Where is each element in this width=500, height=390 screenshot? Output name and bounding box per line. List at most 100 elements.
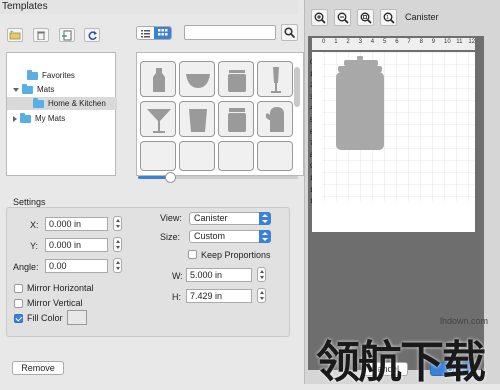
width-stepper[interactable] [257, 267, 266, 282]
import-document-icon [62, 30, 72, 40]
cup-icon [189, 109, 207, 132]
folder-icon [22, 83, 33, 94]
watermark-domain: lhdown.com [440, 316, 489, 326]
tree-item-label: Home & Kitchen [48, 99, 106, 108]
settings-heading: Settings [13, 197, 46, 207]
gallery-scrollbar[interactable] [294, 67, 300, 107]
size-label: Size: [160, 232, 181, 242]
select-arrows-icon [259, 212, 271, 225]
slider-knob[interactable] [165, 172, 176, 183]
tree-item-favorites[interactable]: Favorites [7, 69, 117, 82]
x-label: X: [30, 220, 39, 230]
watermark-text: 领航下载 [316, 337, 486, 388]
template-tile-flute[interactable] [257, 61, 293, 97]
fill-color-checkbox[interactable] [14, 314, 23, 323]
folder-icon [33, 97, 44, 108]
zoom-actual-size-icon: 1 [383, 12, 395, 24]
keep-proportions-checkbox[interactable] [188, 250, 197, 259]
view-label: View: [160, 213, 182, 223]
delete-button[interactable] [33, 28, 49, 42]
zoom-out-icon [337, 12, 349, 24]
height-stepper[interactable] [257, 288, 266, 303]
ruler-tick-label: 0 [322, 39, 326, 45]
grid-view-button[interactable] [154, 27, 171, 39]
angle-field[interactable]: 0.00 [45, 259, 108, 273]
keep-proportions-label: Keep Proportions [201, 250, 271, 260]
tree-item-label: Favorites [42, 71, 75, 80]
remove-button[interactable]: Remove [12, 361, 64, 375]
template-tile-martini[interactable] [140, 101, 176, 137]
template-tile-cup[interactable] [179, 101, 215, 137]
x-field[interactable]: 0.000 in [45, 217, 108, 231]
y-field[interactable]: 0.000 in [45, 238, 108, 252]
new-folder-icon: + [9, 30, 21, 40]
mirror-horizontal-label: Mirror Horizontal [27, 283, 94, 293]
list-icon [141, 30, 150, 38]
mirror-vertical-label: Mirror Vertical [27, 298, 83, 308]
angle-label: Angle: [13, 262, 39, 272]
view-select-value: Canister [194, 213, 228, 223]
template-tile-mitt[interactable] [257, 101, 293, 137]
zoom-actual-button[interactable]: 1 [380, 9, 397, 26]
template-tree: Favorites Mats Home & Kitchen My Mats [6, 52, 117, 176]
w-label: W: [172, 271, 183, 281]
template-tile-row3-3[interactable] [218, 141, 254, 171]
search-button[interactable] [281, 24, 298, 41]
height-field[interactable]: 7.429 in [186, 289, 252, 303]
angle-stepper[interactable] [113, 258, 122, 273]
trash-icon [37, 31, 45, 40]
new-folder-button[interactable]: + [7, 28, 23, 42]
ruler-tick-label: 4 [370, 39, 375, 45]
refresh-button[interactable] [84, 28, 100, 42]
template-tile-bowl[interactable] [179, 61, 215, 97]
refresh-icon [87, 30, 97, 40]
import-button[interactable] [59, 28, 75, 42]
bottle-icon [153, 68, 165, 92]
tree-item-mats[interactable]: Mats [7, 83, 117, 96]
template-tile-bottle[interactable] [140, 61, 176, 97]
preview-title: Canister [405, 12, 439, 22]
fill-color-swatch[interactable] [67, 310, 87, 325]
search-input[interactable] [184, 25, 276, 40]
zoom-in-icon [314, 12, 326, 24]
zoom-in-button[interactable] [311, 9, 328, 26]
ruler-tick-label: 10 [444, 39, 451, 45]
bowl-icon [186, 74, 210, 88]
tree-item-home-kitchen[interactable]: Home & Kitchen [7, 97, 117, 110]
mirror-horizontal-checkbox[interactable] [14, 284, 23, 293]
zoom-out-button[interactable] [334, 9, 351, 26]
view-select[interactable]: Canister [189, 212, 271, 225]
ruler-tick-label: 1 [334, 39, 338, 45]
disclosure-open-icon [13, 87, 19, 92]
y-label: Y: [30, 241, 39, 251]
fill-color-label: Fill Color [27, 313, 63, 323]
ruler-tick-label: 12 [468, 39, 476, 45]
template-tile-row3-1[interactable] [140, 141, 176, 171]
ruler-tick-label: 7 [407, 39, 411, 45]
window-title: Templates [2, 1, 48, 12]
template-tile-row3-2[interactable] [179, 141, 215, 171]
tree-item-my-mats[interactable]: My Mats [7, 112, 117, 125]
ruler-tick-label: 5 [383, 39, 387, 45]
list-view-button[interactable] [137, 27, 154, 39]
martini-glass-icon [147, 109, 171, 133]
ruler-tick-label: 9 [431, 39, 436, 45]
cutting-mat [312, 52, 475, 232]
width-field[interactable]: 5.000 in [186, 268, 252, 282]
template-tile-row3-4[interactable] [257, 141, 293, 171]
disclosure-closed-icon [13, 115, 17, 122]
template-tile-jar[interactable] [218, 101, 254, 137]
tree-item-label: Mats [37, 85, 55, 94]
mat-grid [322, 52, 475, 202]
size-select[interactable]: Custom [189, 230, 271, 243]
ruler-tick-label: 6 [395, 39, 399, 45]
template-tile-canister[interactable] [218, 61, 254, 97]
folder-icon [27, 69, 38, 80]
champagne-glass-icon [271, 67, 281, 93]
x-stepper[interactable] [113, 216, 122, 231]
y-stepper[interactable] [113, 237, 122, 252]
ruler-tick-label: 3 [358, 39, 362, 45]
zoom-fit-button[interactable] [357, 9, 374, 26]
mirror-vertical-checkbox[interactable] [14, 299, 23, 308]
ruler-tick-label: 2 [346, 39, 350, 45]
